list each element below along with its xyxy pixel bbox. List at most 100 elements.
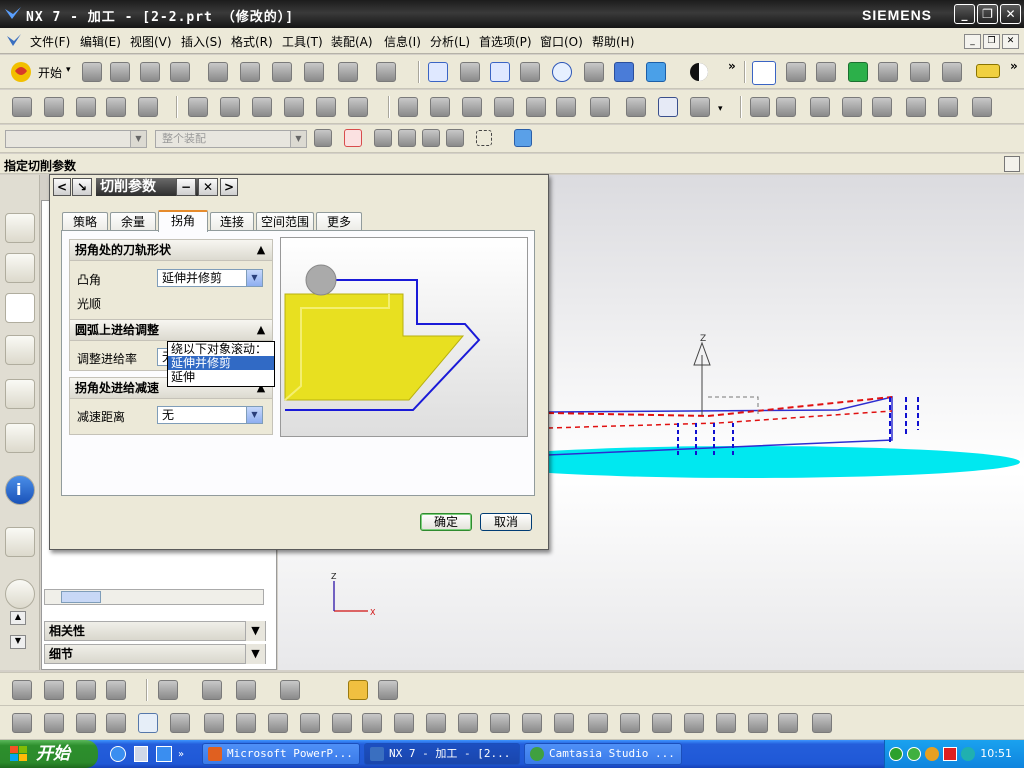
fit-icon[interactable] [428,62,448,82]
save-icon[interactable] [140,62,160,82]
rotate-view-icon[interactable] [158,680,178,700]
dialog-back-button[interactable]: < [53,178,71,196]
part-navigator-tab[interactable] [5,379,35,409]
menu-window[interactable]: 窗口(O) [540,33,583,50]
command-finder-icon[interactable] [376,62,396,82]
menu-insert[interactable]: 插入(S) [181,33,222,50]
point-icon[interactable] [842,97,862,117]
print-icon[interactable] [170,62,190,82]
toolbar-overflow-chevron[interactable]: » [728,59,736,73]
pan-icon[interactable] [584,62,604,82]
shell-icon[interactable] [76,713,96,733]
display-mode-icon[interactable] [688,61,710,83]
method-view-icon[interactable] [284,97,304,117]
tool-icon[interactable] [590,97,610,117]
solid-icon[interactable] [906,97,926,117]
mdi-close-button[interactable]: ✕ [1002,34,1019,49]
dialog-collapse-button[interactable]: − [176,178,196,196]
mdi-minimize-button[interactable]: _ [964,34,981,49]
tab-stock[interactable]: 余量 [110,212,156,231]
surface-icon[interactable] [810,97,830,117]
extrude-icon[interactable] [44,680,64,700]
unite-icon[interactable] [204,713,224,733]
body-icon[interactable] [938,97,958,117]
generate-toolpath-icon[interactable] [816,62,836,82]
scroll-down-button[interactable]: ▼ [10,635,26,649]
wcs-origin-icon[interactable] [786,62,806,82]
windows-start-button[interactable]: 开始 [0,740,98,768]
task-camtasia[interactable]: Camtasia Studio ... [524,743,682,765]
simulate-icon[interactable] [626,97,646,117]
dialog-close-button[interactable]: ✕ [198,178,218,196]
snap-control-icon[interactable] [422,129,440,147]
copy-icon[interactable] [240,62,260,82]
rotate-icon[interactable] [552,62,572,82]
mirror-feature-icon[interactable] [362,713,382,733]
menu-assembly[interactable]: 装配(A) [331,33,373,50]
create-program-icon[interactable] [12,97,32,117]
create-operation-icon[interactable] [138,97,158,117]
select-all-icon[interactable] [314,129,332,147]
task-nx[interactable]: NX 7 - 加工 - [2... [364,743,520,765]
cylinder-icon[interactable] [684,713,704,733]
intersect-icon[interactable] [268,713,288,733]
draft-icon[interactable] [332,713,352,733]
rectangle-select-icon[interactable] [476,130,492,146]
menu-file[interactable]: 文件(F) [30,33,70,50]
output-cls-icon[interactable] [942,62,962,82]
tray-app-icon[interactable] [925,747,939,761]
close-button[interactable]: ✕ [1000,4,1021,24]
transform-icon[interactable] [462,97,482,117]
paste-icon[interactable] [272,62,292,82]
tray-volume-icon[interactable] [961,747,975,761]
feature-icon[interactable] [750,97,770,117]
menu-preferences[interactable]: 首选项(P) [479,33,532,50]
program-view-icon[interactable] [188,97,208,117]
zoom-icon[interactable] [490,62,510,82]
explorer-quicklaunch-icon[interactable] [134,746,148,762]
delete-toolpath-icon[interactable] [526,97,546,117]
object-actions-icon[interactable] [348,97,368,117]
menu-info[interactable]: 信息(I) [384,33,421,50]
menu-help[interactable]: 帮助(H) [592,33,634,50]
machine-tool-navigator-tab[interactable] [5,253,35,283]
geometry-navigator-tab[interactable] [5,293,35,323]
tab-more[interactable]: 更多 [316,212,362,231]
menu-view[interactable]: 视图(V) [130,33,172,50]
expand-cue-button[interactable] [1004,156,1020,172]
tab-connections[interactable]: 连接 [210,212,254,231]
menu-edit[interactable]: 编辑(E) [80,33,121,50]
convex-corner-select[interactable]: 延伸并修剪 ▼ [157,269,263,287]
tree-icon[interactable] [778,713,798,733]
open-file-icon[interactable] [110,62,130,82]
curve-icon[interactable] [280,680,300,700]
dialog-pin-button[interactable]: ↘ [72,178,92,196]
corner-shape-header[interactable]: 拐角处的刀轨形状 ▲ [70,240,272,261]
sketch-icon[interactable] [12,680,32,700]
verify-toolpath-icon[interactable] [848,62,868,82]
menu-format[interactable]: 格式(R) [231,33,273,50]
snap-point-icon[interactable] [344,129,362,147]
patch-icon[interactable] [426,713,446,733]
machine-view-icon[interactable] [220,97,240,117]
undo-icon[interactable] [338,62,358,82]
sheet-icon[interactable] [588,713,608,733]
cut-icon[interactable] [208,62,228,82]
minimize-button[interactable]: _ [954,4,975,24]
create-method-icon[interactable] [106,97,126,117]
assembly-scope-combo[interactable]: 整个装配 ▼ [155,130,307,148]
chamfer-icon[interactable] [44,713,64,733]
link2-icon[interactable] [748,713,768,733]
hole-icon[interactable] [106,713,126,733]
scale-icon[interactable] [490,713,510,733]
create-tool-icon[interactable] [44,97,64,117]
postprocess-icon[interactable] [878,62,898,82]
tab-containment[interactable]: 空间范围 [256,212,314,231]
edit-object-icon[interactable] [316,97,336,117]
menu-analysis[interactable]: 分析(L) [430,33,470,50]
help-tab[interactable]: i [5,475,35,505]
tray-security-icon[interactable] [943,747,957,761]
list-toolpath-icon[interactable] [430,97,450,117]
feature-navigator-tab[interactable] [5,335,35,365]
scroll-up-button[interactable]: ▲ [10,611,26,625]
